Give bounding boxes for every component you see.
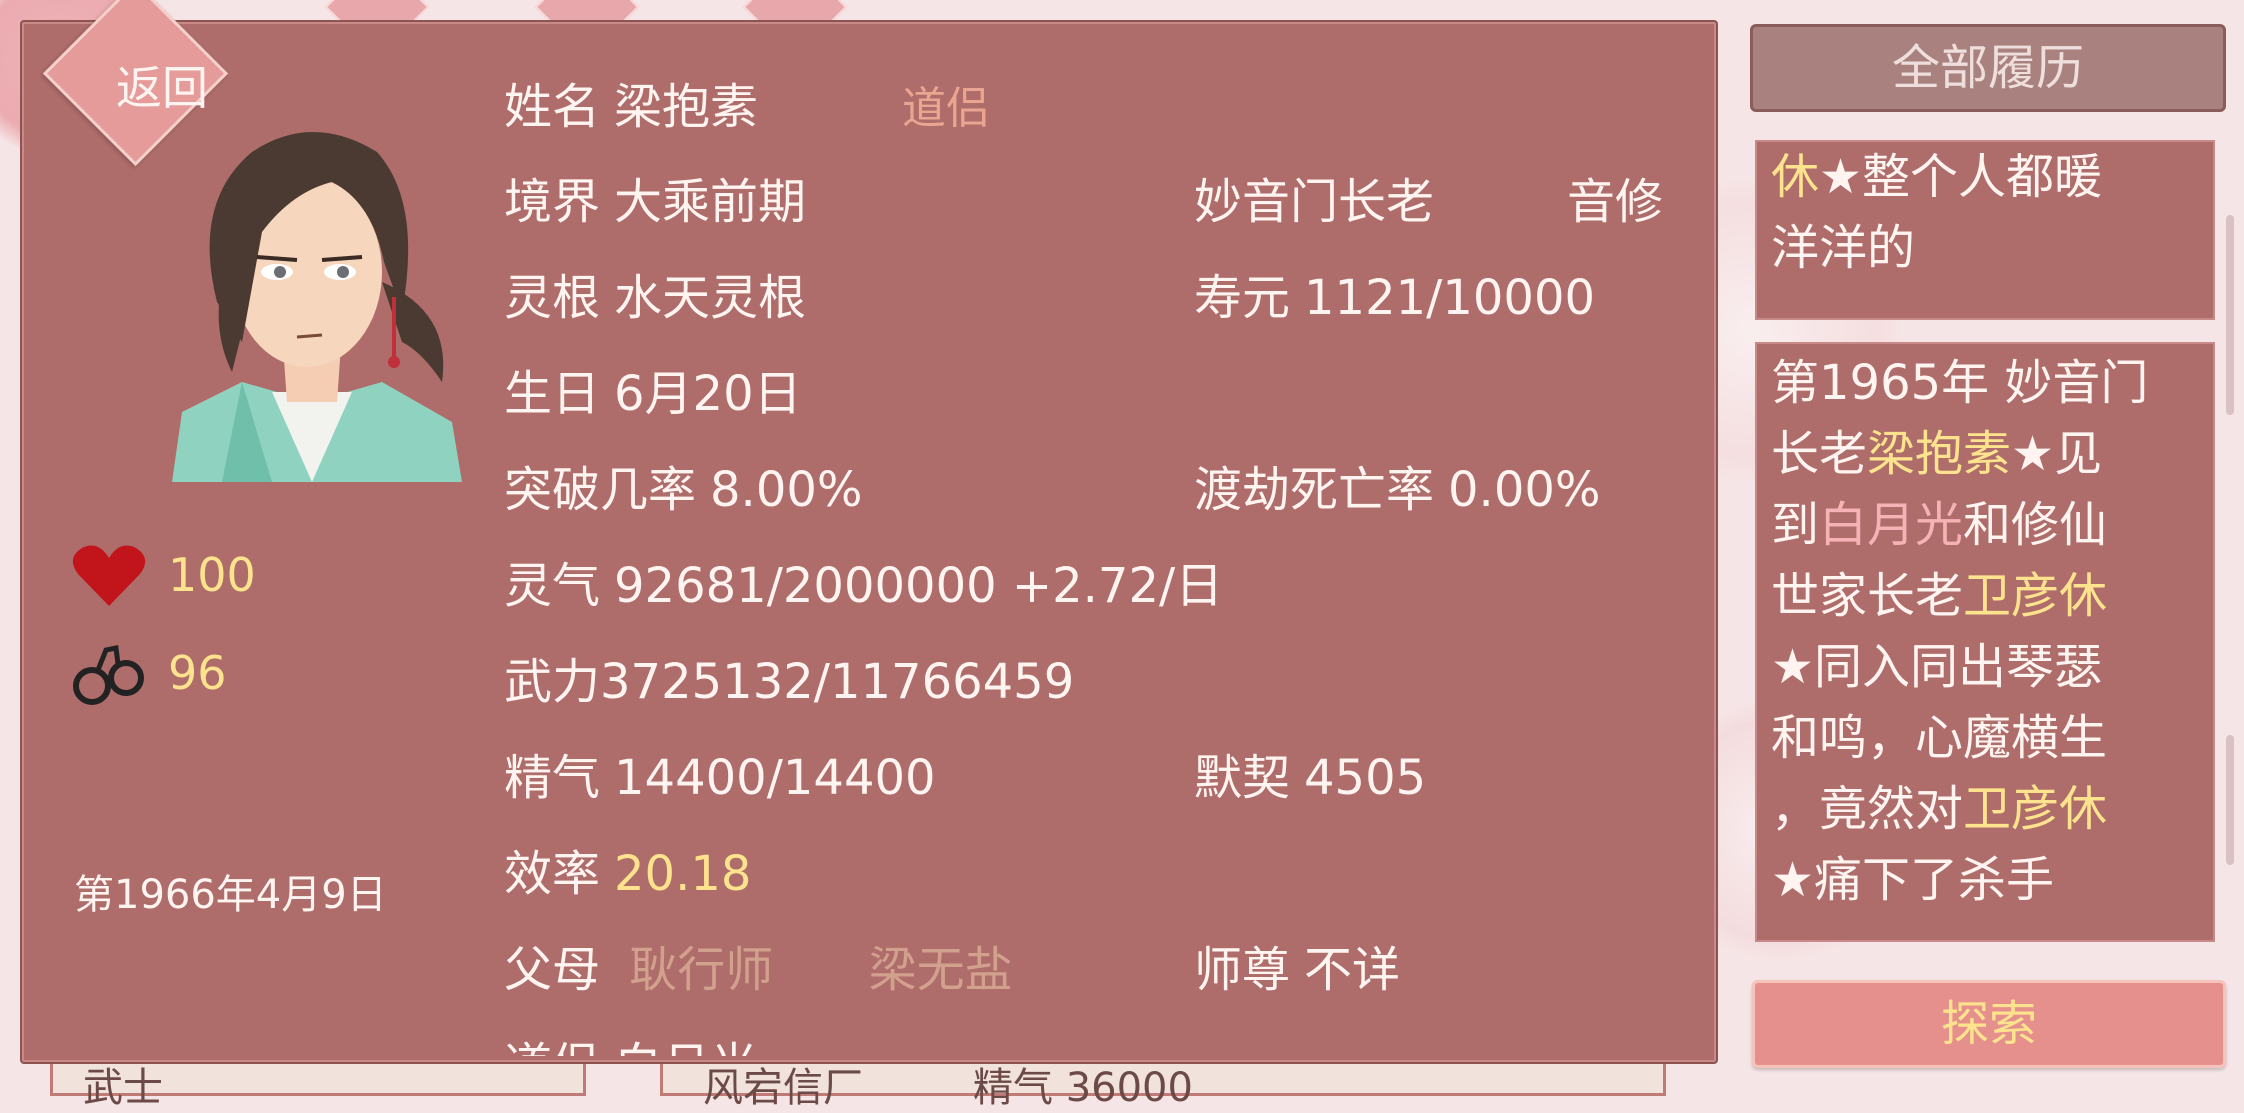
realm-row: 境界 大乘前期: [504, 174, 807, 230]
back-button-label[interactable]: 返回: [82, 52, 242, 118]
affection-stat: 100: [72, 542, 256, 608]
log-line: 休★整个人都暖: [1771, 149, 2103, 205]
birthday-row: 生日 6月20日: [504, 366, 802, 422]
log-line: 世家长老卫彦休: [1771, 568, 2108, 624]
breakthrough-row: 突破几率 8.00%: [504, 462, 863, 518]
partner-row: 道侣白月光: [504, 1026, 758, 1056]
game-date: 第1966年4月9日: [74, 872, 387, 918]
log-line: 到白月光和修仙: [1771, 497, 2108, 553]
explore-button[interactable]: 探索: [1752, 980, 2226, 1068]
heart-icon: [72, 545, 146, 606]
parents-row: 父母 耿行师 梁无盐: [504, 942, 1013, 998]
character-portrait: [172, 132, 462, 482]
all-history-button[interactable]: 全部履历: [1750, 24, 2226, 112]
name-row: 姓名 梁抱素: [504, 79, 759, 135]
qi-row: 灵气 92681/2000000 +2.72/日: [504, 558, 1224, 614]
character-name: 梁抱素: [614, 79, 759, 135]
scrollbar[interactable]: [2226, 215, 2234, 415]
history-log-entry: 休★整个人都暖 洋洋的: [1755, 140, 2215, 320]
essence-row: 精气 14400/14400: [504, 750, 936, 806]
parent-link[interactable]: 耿行师: [629, 942, 773, 998]
master-row: 师尊 不详: [1194, 942, 1401, 998]
affection-value: 100: [168, 548, 256, 602]
relation-label: 道侣: [902, 83, 990, 134]
history-log-entry: 第1965年 妙音门 长老梁抱素★见 到白月光和修仙 世家长老卫彦休 ★同入同出…: [1755, 342, 2215, 942]
position-label: 妙音门长老: [1194, 174, 1435, 230]
log-line: ★同入同出琴瑟: [1771, 639, 2103, 695]
log-line: 洋洋的: [1771, 220, 1916, 276]
log-line: ，竟然对卫彦休: [1771, 781, 2108, 837]
log-line: 第1965年 妙音门: [1771, 355, 2149, 411]
spirit-root-row: 灵根 水天灵根: [504, 270, 807, 326]
log-line: 长老梁抱素★见: [1771, 426, 2103, 482]
log-line: 和鸣，心魔横生: [1771, 710, 2108, 766]
bond-stat: 96: [72, 638, 227, 708]
log-line: ★痛下了杀手: [1771, 852, 2055, 908]
efficiency-row: 效率 20.18: [504, 846, 752, 902]
character-info-panel: 100 96 第1966年4月9日 姓名 梁抱素 道侣 境界 大乘前期 妙音门长老 …: [20, 20, 1718, 1064]
handcuffs-icon: [73, 645, 144, 705]
bond-value: 96: [168, 646, 227, 700]
force-row: 武力3725132/11766459: [504, 654, 1075, 710]
scrollbar[interactable]: [2226, 735, 2234, 865]
tribulation-row: 渡劫死亡率 0.00%: [1194, 462, 1601, 518]
parent-link[interactable]: 梁无盐: [869, 942, 1013, 998]
lifespan-row: 寿元 1121/10000: [1194, 270, 1596, 326]
tacit-row: 默契 4505: [1194, 750, 1427, 806]
cultivation-type: 音修: [1567, 174, 1664, 230]
